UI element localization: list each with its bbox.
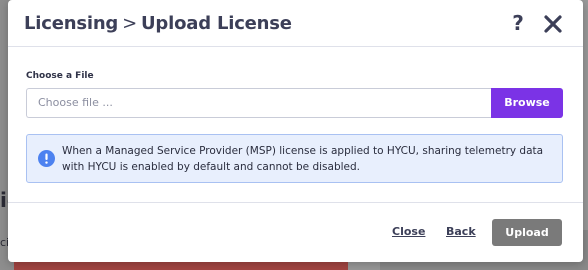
upload-license-dialog: Licensing > Upload License ? Choose a File… bbox=[8, 0, 583, 262]
title-parent: Licensing bbox=[24, 13, 119, 34]
notice-text: When a Managed Service Provider (MSP) li… bbox=[62, 145, 544, 173]
back-button[interactable]: Back bbox=[446, 225, 476, 238]
close-button[interactable]: Close bbox=[392, 225, 425, 238]
close-icon[interactable] bbox=[541, 12, 565, 36]
msp-info-notice: When a Managed Service Provider (MSP) li… bbox=[26, 134, 563, 183]
dialog-title: Licensing > Upload License bbox=[24, 13, 292, 34]
footer-divider bbox=[8, 202, 583, 203]
title-current: Upload License bbox=[141, 13, 292, 34]
choose-file-input[interactable]: Choose file ... bbox=[26, 88, 491, 118]
info-icon bbox=[38, 150, 55, 167]
title-separator: > bbox=[122, 13, 138, 34]
question-mark-icon[interactable]: ? bbox=[508, 11, 528, 37]
browse-button[interactable]: Browse bbox=[491, 88, 563, 118]
dialog-header: Licensing > Upload License ? bbox=[8, 0, 583, 47]
choose-file-label: Choose a File bbox=[26, 71, 94, 81]
upload-button[interactable]: Upload bbox=[492, 219, 562, 246]
